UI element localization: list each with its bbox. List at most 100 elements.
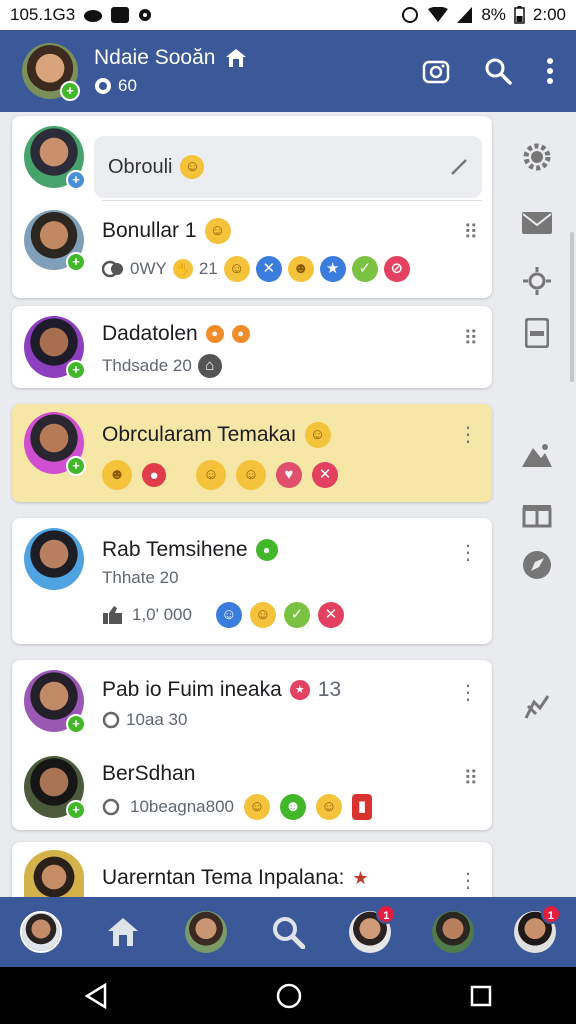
check-emoji-icon: ✓: [351, 256, 378, 282]
post-avatar[interactable]: [24, 528, 84, 590]
post-author: Obrcularam Temakaı: [102, 423, 297, 446]
camera-icon[interactable]: [422, 57, 450, 85]
post-meta: 0WY: [130, 259, 167, 278]
more-vertical-icon[interactable]: [546, 57, 554, 85]
home-nav-icon[interactable]: [275, 982, 303, 1010]
post-row[interactable]: + Pab io Fuim ineaka ★ 13 10aa 30 ⋮: [12, 670, 492, 736]
online-badge-icon: +: [66, 252, 86, 272]
time-icon: [102, 798, 120, 816]
divider: [102, 200, 482, 201]
mountain-icon[interactable]: [520, 438, 554, 472]
home-badge-icon: [226, 49, 247, 67]
post-avatar[interactable]: +: [24, 412, 86, 476]
profile-avatar[interactable]: +: [22, 43, 80, 101]
grin-emoji-icon: ☻: [280, 794, 307, 820]
post-meta: 10beagna800: [130, 797, 235, 816]
like-icon: [103, 606, 122, 624]
post-more-icon[interactable]: ⋮: [458, 683, 478, 703]
cross-emoji-icon: ✕: [312, 462, 338, 488]
composer-input[interactable]: Obrouli ☺: [94, 136, 482, 198]
post-card: + Obrouli ☺ + Bonullar 1 ☺ 0WY ✋ 21 ☺ ✕ …: [12, 116, 492, 298]
trash-emoji-icon: ▮: [352, 794, 373, 820]
side-rail: [500, 112, 576, 897]
sun-icon[interactable]: [520, 264, 554, 298]
sim-icon[interactable]: [520, 316, 554, 350]
devil-emoji-icon: ☺: [304, 422, 331, 448]
post-row[interactable]: + Dadatolen ● ● Thdsade 20 ⌂ ⠿: [12, 316, 492, 380]
clap-emoji-icon: ✋: [172, 259, 193, 279]
profile-tab-icon[interactable]: [19, 910, 63, 954]
gear-icon[interactable]: [520, 140, 554, 174]
cross-emoji-icon: ✕: [317, 602, 344, 628]
laugh-emoji-icon: ☻: [102, 460, 132, 490]
post-author-suffix: 13: [317, 678, 342, 701]
blue-emoji-icon: ☺: [215, 602, 242, 628]
star-emoji-icon: ★: [319, 256, 346, 282]
post-card-highlighted: + Obrcularam Temakaı ☺ ☻ ● ☺ ☺ ♥ ✕ ⋮: [12, 404, 492, 502]
online-badge-icon: +: [60, 81, 80, 101]
post-more-icon[interactable]: ⠿: [463, 223, 478, 243]
post-more-icon[interactable]: ⋮: [458, 425, 478, 445]
notifications-tab-icon[interactable]: 1: [513, 904, 561, 954]
online-badge-icon: +: [66, 360, 86, 380]
post-author: Uarerntan Tema Inpalana:: [102, 866, 345, 889]
post-more-icon[interactable]: ⠿: [463, 769, 478, 789]
post-row[interactable]: + BerSdhan 10beagna800 ☺ ☻ ☺ ▮ ⠿: [12, 756, 492, 822]
alarm-icon: [402, 7, 419, 23]
edit-icon[interactable]: [450, 158, 468, 176]
post-more-icon[interactable]: ⠿: [463, 329, 478, 349]
notification-badge: 1: [540, 904, 561, 924]
online-badge-icon: +: [66, 800, 86, 820]
post-row[interactable]: + Obrcularam Temakaı ☺ ☻ ● ☺ ☺ ♥ ✕ ⋮: [12, 410, 492, 494]
signal-icon: [457, 7, 473, 23]
status-bar: 105.1G3 8% 2:00: [0, 0, 576, 30]
post-card: + Dadatolen ● ● Thdsade 20 ⌂ ⠿: [12, 306, 492, 388]
post-avatar[interactable]: +: [24, 210, 86, 272]
post-author: BerSdhan: [102, 762, 196, 785]
scrollbar[interactable]: [570, 232, 574, 382]
post-row[interactable]: Uarerntan Tema Inpalana: ★ ⋮: [12, 850, 492, 904]
status-clock: 2:00: [532, 5, 566, 24]
post-more-icon[interactable]: ⋮: [458, 871, 478, 891]
smile-emoji-icon: ☺: [204, 218, 231, 244]
meat-emoji-icon: ●: [142, 463, 166, 487]
fire-emoji-icon: ★: [289, 680, 310, 700]
chat-emoji-icon: ●: [255, 539, 278, 561]
post-avatar[interactable]: +: [24, 756, 86, 820]
post-avatar[interactable]: [24, 850, 84, 904]
car-emoji-icon: ⌂: [197, 354, 222, 378]
settings-status-icon: [139, 9, 152, 21]
mail-icon[interactable]: [520, 206, 554, 240]
post-avatar[interactable]: +: [24, 670, 86, 734]
cloud-icon: [84, 10, 103, 22]
gift-icon[interactable]: [520, 496, 554, 530]
medal-emoji-icon: ●: [231, 325, 250, 343]
friend-tab-icon[interactable]: [184, 910, 228, 954]
post-meta-count: 21: [198, 259, 218, 278]
battery-percent: 8%: [481, 5, 506, 24]
link-icon[interactable]: [520, 690, 554, 724]
search-tab-icon[interactable]: [266, 910, 310, 954]
smile-emoji-icon: ☺: [180, 155, 205, 179]
star-icon: ★: [352, 867, 369, 888]
recents-icon[interactable]: [469, 984, 493, 1008]
messages-tab-icon[interactable]: 1: [348, 904, 397, 954]
grin-emoji-icon: ☻: [287, 256, 314, 282]
groups-tab-icon[interactable]: [431, 910, 475, 954]
post-more-icon[interactable]: ⋮: [458, 543, 478, 563]
compass-icon[interactable]: [520, 548, 554, 582]
search-icon[interactable]: [484, 57, 512, 85]
composer-placeholder: Obrouli: [108, 155, 173, 178]
post-card: Uarerntan Tema Inpalana: ★ ⋮: [12, 842, 492, 904]
post-avatar[interactable]: +: [24, 316, 86, 380]
app-header: + Ndaie Sooăn 60: [0, 30, 576, 112]
profile-name: Ndaie Sooăn: [94, 46, 216, 69]
composer-row: + Obrouli ☺: [12, 126, 492, 198]
post-meta: Thhate 20: [102, 568, 179, 587]
composer-avatar: +: [24, 126, 86, 190]
info-badge-icon: +: [66, 170, 86, 190]
back-icon[interactable]: [83, 982, 109, 1009]
post-row[interactable]: + Bonullar 1 ☺ 0WY ✋ 21 ☺ ✕ ☻ ★ ✓ ⊘ ⠿: [12, 210, 492, 282]
post-row[interactable]: Rab Temsihene ● Thhate 20 1,0' 000 ☺ ☺ ✓…: [12, 528, 492, 638]
home-icon[interactable]: [101, 910, 145, 954]
